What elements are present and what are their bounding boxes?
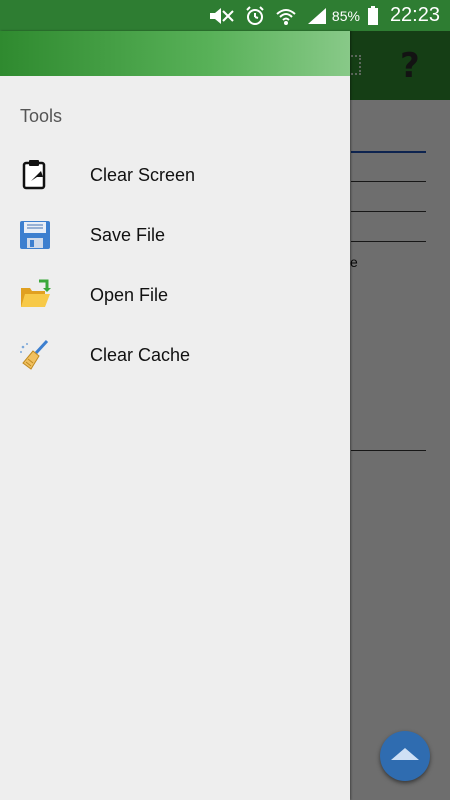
scroll-up-fab[interactable] <box>380 731 430 781</box>
section-title-tools: Tools <box>20 106 63 126</box>
mute-icon <box>209 7 235 25</box>
menu-item-clear-screen[interactable]: Clear Screen <box>0 145 350 205</box>
broom-icon <box>19 339 51 371</box>
menu-item-save-file[interactable]: Save File <box>0 205 350 265</box>
menu-item-label: Open File <box>90 285 169 305</box>
wifi-icon <box>275 6 297 26</box>
clipboard-clear-icon <box>19 159 51 191</box>
menu-item-label: Clear Screen <box>90 165 196 185</box>
alarm-icon <box>245 5 265 26</box>
open-folder-icon <box>19 279 51 311</box>
clock: 22:23 <box>389 4 440 26</box>
battery-icon <box>367 5 379 26</box>
floppy-disk-icon <box>19 219 51 251</box>
menu-item-open-file[interactable]: Open File <box>0 265 350 325</box>
drawer-header <box>0 31 350 76</box>
navigation-drawer: Tools Clear Screen Save File Open File C… <box>0 31 350 800</box>
status-bar: 85% 22:23 <box>0 0 450 31</box>
menu-item-label: Save File <box>90 225 166 245</box>
signal-icon <box>307 7 327 25</box>
menu-item-label: Clear Cache <box>90 345 191 365</box>
battery-percent: 85% <box>331 7 360 24</box>
menu-item-clear-cache[interactable]: Clear Cache <box>0 325 350 385</box>
arrow-up-icon <box>391 748 419 760</box>
